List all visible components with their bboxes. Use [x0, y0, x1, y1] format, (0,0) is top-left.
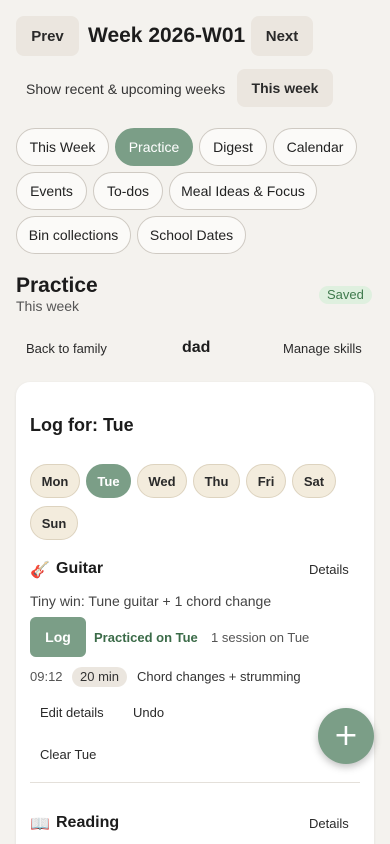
this-week-button[interactable]: This week [237, 69, 333, 107]
skill-details-button[interactable]: Details [309, 562, 349, 577]
day-button-wed[interactable]: Wed [137, 464, 187, 498]
log-day-heading: Log for: Tue [30, 415, 134, 435]
week-title: Week 2026-W01 [88, 24, 246, 47]
next-week-button[interactable]: Next [251, 16, 313, 56]
manage-skills-button[interactable]: Manage skills [283, 341, 362, 356]
day-button-sat[interactable]: Sat [292, 464, 336, 498]
saved-status-badge: Saved [319, 286, 372, 304]
add-button[interactable]: + [318, 708, 374, 764]
tab-school-dates[interactable]: School Dates [137, 216, 246, 254]
day-button-sun[interactable]: Sun [30, 506, 78, 540]
tab-practice[interactable]: Practice [115, 128, 193, 166]
tab-meal-ideas[interactable]: Meal Ideas & Focus [169, 172, 317, 210]
tab-this-week[interactable]: This Week [16, 128, 109, 166]
tab-digest[interactable]: Digest [199, 128, 267, 166]
practice-log-card [16, 382, 374, 844]
tab-events[interactable]: Events [16, 172, 87, 210]
skill-name: Reading [56, 814, 120, 831]
practiced-status: Practiced on Tue [94, 630, 198, 645]
session-count: 1 session on Tue [211, 630, 310, 645]
skill-name: Guitar [56, 560, 104, 577]
tab-bin-collections[interactable]: Bin collections [16, 216, 131, 254]
family-member-name: dad [182, 339, 211, 356]
tab-calendar[interactable]: Calendar [273, 128, 357, 166]
day-button-tue[interactable]: Tue [86, 464, 131, 498]
guitar-icon: 🎸 [30, 562, 50, 579]
edit-details-button[interactable]: Edit details [40, 705, 104, 720]
section-title: Practice [16, 274, 98, 297]
entry-duration-badge: 20 min [72, 667, 128, 687]
back-to-family-button[interactable]: Back to family [26, 341, 107, 356]
entry-time: 09:12 [30, 669, 63, 684]
skill-divider [30, 782, 360, 783]
undo-button[interactable]: Undo [133, 705, 164, 720]
section-subtitle: This week [16, 298, 80, 314]
tiny-win-text: Tiny win: Tune guitar + 1 chord change [30, 593, 272, 609]
prev-week-button[interactable]: Prev [16, 16, 79, 56]
book-icon: 📖 [30, 816, 50, 833]
day-button-mon[interactable]: Mon [30, 464, 80, 498]
day-button-fri[interactable]: Fri [246, 464, 286, 498]
entry-note: Chord changes + strumming [137, 669, 301, 684]
skill-details-button[interactable]: Details [309, 816, 349, 831]
show-recent-weeks-button[interactable]: Show recent & upcoming weeks [26, 81, 225, 97]
day-button-thu[interactable]: Thu [193, 464, 240, 498]
plus-icon: + [333, 718, 359, 753]
log-practice-button[interactable]: Log [30, 617, 86, 657]
tab-to-dos[interactable]: To-dos [93, 172, 163, 210]
clear-day-button[interactable]: Clear Tue [40, 747, 96, 762]
